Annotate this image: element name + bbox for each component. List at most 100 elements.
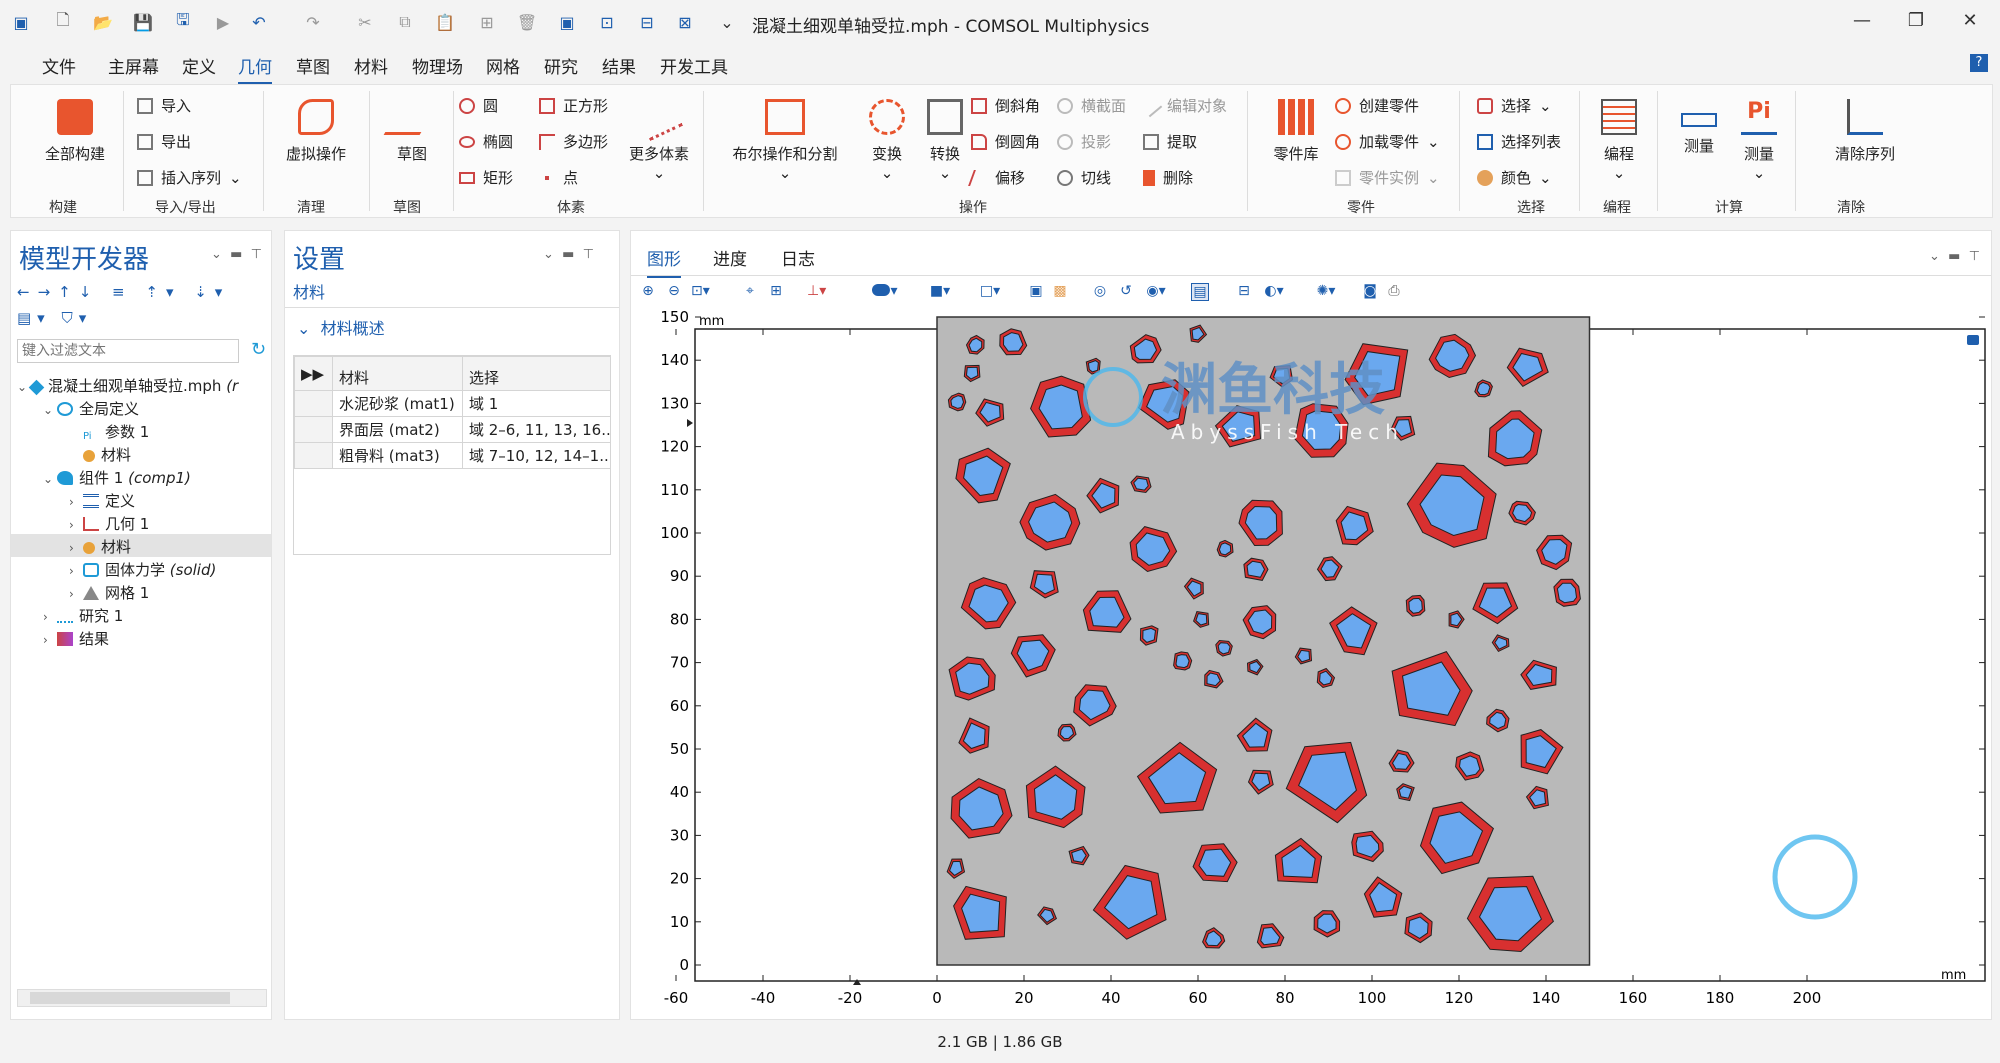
panel-controls[interactable]: ⌄ ▬ ⊤ bbox=[211, 247, 262, 262]
point-button[interactable]: 点 bbox=[539, 167, 578, 188]
tree-toolbar[interactable]: ←→↑↓ ≡ ⇡▾ ⇣▾ bbox=[17, 283, 230, 301]
transparency-icon[interactable]: ▤ bbox=[1191, 283, 1209, 301]
fillet-button[interactable]: 倒圆角 bbox=[971, 131, 1040, 152]
save-as-icon[interactable]: 🖫 bbox=[172, 10, 194, 33]
aggregate-particle[interactable] bbox=[1556, 582, 1578, 604]
zoom-extents-icon[interactable]: ⌖ bbox=[741, 283, 759, 301]
select-domains-icon[interactable]: ■▾ bbox=[925, 283, 955, 301]
aggregate-particle[interactable] bbox=[1133, 477, 1149, 491]
add-part-button[interactable]: 加载零件 ⌄ bbox=[1335, 131, 1440, 152]
delete-icon[interactable]: 🗑 bbox=[516, 11, 538, 33]
print-icon[interactable]: ⎙ bbox=[1385, 283, 1403, 301]
tree-solid-mechanics[interactable]: › 固体力学 (solid) bbox=[69, 559, 216, 580]
aggregate-particle[interactable] bbox=[950, 395, 965, 409]
square-button[interactable]: 正方形 bbox=[539, 95, 608, 116]
part-instance-button[interactable]: 零件实例 ⌄ bbox=[1335, 167, 1440, 188]
view-cube-icon[interactable] bbox=[1967, 335, 1979, 345]
save-icon[interactable]: 💾 bbox=[132, 11, 154, 33]
tree-results[interactable]: › 结果 bbox=[43, 628, 109, 649]
table-row[interactable]: 粗骨料 (mat3) 域 7–10, 12, 14–1... bbox=[294, 442, 611, 469]
export-button[interactable]: 导出 bbox=[137, 131, 191, 152]
scrollbar-thumb[interactable] bbox=[30, 992, 230, 1004]
zoom-in-icon[interactable]: ⊕ bbox=[639, 283, 657, 301]
colors-button[interactable]: 颜色 ⌄ bbox=[1477, 167, 1552, 188]
selections-button[interactable]: 选择 ⌄ bbox=[1477, 95, 1552, 116]
reset-desktop-icon[interactable]: ⊠ bbox=[674, 11, 696, 33]
redo-icon[interactable]: ↷ bbox=[302, 11, 324, 33]
aggregate-particle[interactable] bbox=[1408, 597, 1423, 614]
aggregate-particle[interactable] bbox=[1175, 654, 1190, 669]
build-all-button[interactable]: 全部构建 bbox=[33, 99, 117, 164]
cross-section-button[interactable]: 横截面 bbox=[1057, 95, 1126, 116]
boolean-partition-button[interactable]: 布尔操作和分割 ⌄ bbox=[723, 99, 847, 182]
zoom-box-icon[interactable]: ⊡▾ bbox=[691, 283, 710, 301]
panel-controls[interactable]: ⌄ ▬ ⊤ bbox=[1929, 249, 1980, 264]
measure-button[interactable]: 测量 bbox=[1671, 99, 1727, 156]
tree-parameters[interactable]: Pi 参数 1 bbox=[83, 421, 149, 445]
filter-input[interactable] bbox=[17, 339, 239, 363]
select-all-icon[interactable]: ▣ bbox=[1027, 283, 1045, 301]
programming-button[interactable]: 编程 ⌄ bbox=[1589, 99, 1649, 182]
tree-toolbar-2[interactable]: ▤▾ ⛉▾ bbox=[17, 309, 92, 327]
geometry-plot[interactable]: 1501401301201101009080706050403020100 -6… bbox=[631, 311, 1991, 1021]
new-file-icon[interactable]: 🗋 bbox=[52, 10, 74, 33]
conversions-button[interactable]: 转换 ⌄ bbox=[915, 99, 975, 182]
tree-mesh[interactable]: › 网格 1 bbox=[69, 582, 149, 603]
hide-icon[interactable]: ◎ bbox=[1091, 283, 1109, 301]
menu-materials[interactable]: 材料 bbox=[354, 53, 388, 78]
tree-root[interactable]: ⌄ 混凝土细观单轴受拉.mph (r bbox=[17, 375, 238, 396]
zoom-out-icon[interactable]: ⊖ bbox=[665, 283, 683, 301]
aggregate-particle[interactable] bbox=[1218, 542, 1232, 556]
minimize-button[interactable]: — bbox=[1848, 10, 1876, 34]
camera-icon[interactable]: ◙ bbox=[1361, 283, 1379, 301]
polygon-button[interactable]: 多边形 bbox=[539, 131, 608, 152]
paste-icon[interactable]: 📋 bbox=[434, 11, 456, 33]
projection-button[interactable]: 投影 bbox=[1057, 131, 1111, 152]
clear-sequence-button[interactable]: 清除序列 bbox=[1805, 99, 1925, 164]
table-expand-icon[interactable]: ▶▶ bbox=[294, 356, 333, 391]
selection-list-button[interactable]: 选择列表 bbox=[1477, 131, 1561, 152]
import-button[interactable]: 导入 bbox=[137, 95, 191, 116]
cut-icon[interactable]: ✂ bbox=[354, 11, 376, 33]
tree-definitions[interactable]: › 定义 bbox=[69, 490, 135, 511]
aggregate-particle[interactable] bbox=[1476, 381, 1491, 396]
tab-log[interactable]: 日志 bbox=[781, 245, 815, 270]
rotate-icon[interactable]: ✺▾ bbox=[1311, 283, 1341, 301]
maximize-button[interactable]: ❐ bbox=[1902, 10, 1930, 34]
transforms-button[interactable]: 变换 ⌄ bbox=[857, 99, 917, 182]
tree-materials-selected[interactable]: › 材料 bbox=[11, 534, 271, 557]
open-icon[interactable]: 📂 bbox=[92, 11, 114, 33]
table-row[interactable]: 界面层 (mat2) 域 2–6, 11, 13, 16... bbox=[294, 416, 611, 443]
create-part-button[interactable]: 创建零件 bbox=[1335, 95, 1419, 116]
select-objects-icon[interactable]: ▾ bbox=[867, 283, 903, 301]
tree-global-materials[interactable]: 材料 bbox=[83, 444, 131, 465]
tab-graphics[interactable]: 图形 bbox=[647, 245, 681, 278]
more-primitives-button[interactable]: 更多体素 ⌄ bbox=[619, 93, 699, 182]
qa-dropdown-icon[interactable]: ⌄ bbox=[716, 11, 738, 33]
zoom-selected-icon[interactable]: ⊞ bbox=[767, 283, 785, 301]
compact-icon[interactable]: ⊡ bbox=[596, 11, 618, 33]
aggregate-particle[interactable] bbox=[1217, 642, 1231, 655]
menu-home[interactable]: 主屏幕 bbox=[108, 53, 159, 78]
virtual-ops-button[interactable]: 虚拟操作 bbox=[273, 99, 359, 164]
select-boundaries-icon[interactable]: □▾ bbox=[975, 283, 1005, 301]
tree-study[interactable]: › 研究 1 bbox=[43, 605, 123, 626]
select-box-icon[interactable]: ▣ bbox=[556, 11, 578, 33]
part-library-button[interactable]: 零件库 bbox=[1263, 99, 1329, 164]
help-icon[interactable]: ? bbox=[1970, 54, 1988, 72]
measure-dropdown-button[interactable]: Pi 测量 ⌄ bbox=[1731, 99, 1787, 182]
table-row[interactable]: 水泥砂浆 (mat1) 域 1 bbox=[294, 390, 611, 417]
render-icon[interactable]: ◐▾ bbox=[1259, 283, 1289, 301]
tab-progress[interactable]: 进度 bbox=[713, 245, 747, 270]
panel-controls[interactable]: ⌄ ▬ ⊤ bbox=[543, 247, 594, 262]
menu-physics[interactable]: 物理场 bbox=[412, 53, 463, 78]
menu-results[interactable]: 结果 bbox=[602, 53, 636, 78]
section-header[interactable]: ⌄ 材料概述 bbox=[297, 315, 385, 339]
copy-icon[interactable]: ⧉ bbox=[394, 11, 416, 33]
tangent-button[interactable]: 切线 bbox=[1057, 167, 1111, 188]
edit-object-button[interactable]: 编辑对象 bbox=[1139, 94, 1227, 117]
extract-button[interactable]: 提取 bbox=[1143, 131, 1197, 152]
menu-mesh[interactable]: 网格 bbox=[486, 53, 520, 78]
tree-geometry[interactable]: › 几何 1 bbox=[69, 513, 149, 534]
reset-hiding-icon[interactable]: ↺ bbox=[1117, 283, 1135, 301]
